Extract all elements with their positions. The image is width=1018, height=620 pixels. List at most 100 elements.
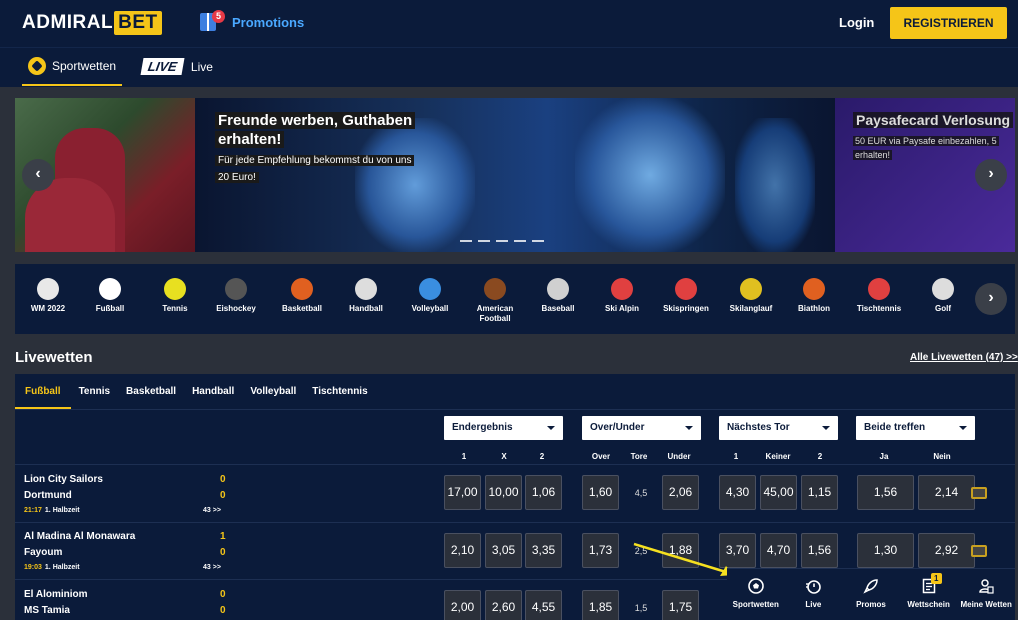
basketball-icon: [291, 278, 313, 300]
bottom-nav-sportwetten[interactable]: Sportwetten: [727, 569, 785, 620]
match-clock: 21:17: [24, 507, 42, 514]
sport-item[interactable]: Ski Alpin: [593, 278, 651, 314]
live-stream-icon[interactable]: [971, 487, 987, 499]
top-bar: ADMIRAL BET 5 Promotions Login REGISTRIER…: [0, 0, 1018, 47]
american-football-icon: [484, 278, 506, 300]
odd-button[interactable]: 1,73: [582, 533, 619, 568]
sport-item[interactable]: Fußball: [81, 278, 139, 314]
tab-sportwetten[interactable]: Sportwetten: [22, 48, 122, 86]
odd-button[interactable]: 1,15: [801, 475, 838, 510]
market-select-beide-treffen[interactable]: Beide treffen: [856, 416, 975, 440]
goal-line: 4,5: [634, 488, 648, 498]
tab-live[interactable]: LIVE Live: [140, 58, 213, 75]
odd-button[interactable]: 45,00: [760, 475, 797, 510]
sport-item[interactable]: Biathlon: [785, 278, 843, 314]
away-team: Dortmund: [24, 490, 72, 501]
market-select-endergebnis[interactable]: Endergebnis: [444, 416, 563, 440]
promo-banner-carousel[interactable]: Freunde werben, Guthaben erhalten! Für j…: [15, 98, 1015, 252]
sport-item[interactable]: Skispringen: [657, 278, 715, 314]
my-bets-icon: [979, 579, 994, 594]
sport-item[interactable]: Skilanglauf: [722, 278, 780, 314]
home-score: 0: [220, 589, 226, 600]
sport-tabs: Fußball Tennis Basketball Handball Volle…: [15, 374, 376, 410]
away-team: Fayoum: [24, 547, 63, 558]
promotions-link[interactable]: 5 Promotions: [200, 10, 304, 31]
bottom-nav-meine-wetten[interactable]: Meine Wetten: [957, 569, 1015, 620]
login-button[interactable]: Login: [839, 15, 874, 30]
odd-button[interactable]: 1,30: [857, 533, 914, 568]
sports-next-arrow[interactable]: ›: [975, 283, 1007, 315]
column-header: Under: [667, 452, 691, 461]
odd-button[interactable]: 2,14: [918, 475, 975, 510]
odd-button[interactable]: 1,06: [525, 475, 562, 510]
promotions-count-badge: 5: [212, 10, 225, 23]
sport-item[interactable]: Basketball: [273, 278, 331, 314]
odd-button[interactable]: 17,00: [444, 475, 481, 510]
sport-item[interactable]: Baseball: [529, 278, 587, 314]
odd-button[interactable]: 1,60: [582, 475, 619, 510]
all-livewetten-link[interactable]: Alle Livewetten (47) >>: [910, 352, 1018, 363]
away-score: 0: [220, 605, 226, 616]
sport-item[interactable]: WM 2022: [19, 278, 77, 314]
odd-button[interactable]: 2,00: [444, 590, 481, 620]
odd-button[interactable]: 1,85: [582, 590, 619, 620]
sport-item[interactable]: Golf: [914, 278, 972, 314]
away-score: 0: [220, 490, 226, 501]
sports-strip: WM 2022 Fußball Tennis Eishockey Basketball H…: [15, 264, 1015, 334]
odd-button[interactable]: 4,30: [719, 475, 756, 510]
tab-volleyball[interactable]: Volleyball: [242, 374, 304, 409]
column-header: Nein: [933, 452, 951, 461]
odd-button[interactable]: 3,05: [485, 533, 522, 568]
sport-item[interactable]: American Football: [466, 278, 524, 324]
betslip-count-badge: 1: [930, 573, 942, 584]
banner-next-arrow[interactable]: ›: [975, 159, 1007, 191]
carousel-indicators[interactable]: [460, 240, 544, 242]
odd-button[interactable]: 2,60: [485, 590, 522, 620]
home-team: Al Madina Al Monawara: [24, 531, 136, 542]
market-select-naechstes-tor[interactable]: Nächstes Tor: [719, 416, 838, 440]
odd-button[interactable]: 4,55: [525, 590, 562, 620]
odd-button[interactable]: 10,00: [485, 475, 522, 510]
sport-item[interactable]: Eishockey: [207, 278, 265, 314]
sport-item[interactable]: Handball: [337, 278, 395, 314]
tab-basketball[interactable]: Basketball: [118, 374, 184, 409]
sport-item-label: Golf: [935, 304, 951, 313]
odd-button[interactable]: 2,06: [662, 475, 699, 510]
sport-item[interactable]: Tennis: [146, 278, 204, 314]
tab-fussball[interactable]: Fußball: [15, 374, 71, 409]
sport-item-label: Eishockey: [216, 304, 256, 313]
odd-button[interactable]: 1,56: [801, 533, 838, 568]
tab-tennis[interactable]: Tennis: [71, 374, 118, 409]
odd-button[interactable]: 2,10: [444, 533, 481, 568]
ice-hockey-icon: [225, 278, 247, 300]
banner-prev-arrow[interactable]: ‹: [22, 159, 54, 191]
column-header: X: [501, 452, 507, 461]
live-stream-icon[interactable]: [971, 545, 987, 557]
bottom-nav-live[interactable]: Live: [785, 569, 843, 620]
bottom-nav-promos[interactable]: Promos: [842, 569, 900, 620]
tab-tischtennis[interactable]: Tischtennis: [304, 374, 375, 409]
bottom-nav-wettschein[interactable]: 1 Wettschein: [900, 569, 958, 620]
sport-item[interactable]: Volleyball: [401, 278, 459, 314]
market-select-over-under[interactable]: Over/Under: [582, 416, 701, 440]
more-markets-link[interactable]: 43 >>: [203, 564, 221, 571]
column-header: 1: [461, 452, 467, 461]
odd-button[interactable]: 1,75: [662, 590, 699, 620]
column-header: Tore: [630, 452, 648, 461]
more-markets-link[interactable]: 43 >>: [203, 507, 221, 514]
bottom-nav: Sportwetten Live Promos 1 Wettschein Mei…: [727, 568, 1015, 620]
sport-item-label: American Football: [476, 304, 514, 323]
sport-item-label: Handball: [349, 304, 383, 313]
sport-item[interactable]: Tischtennis: [850, 278, 908, 314]
biathlon-icon: [803, 278, 825, 300]
match-clock: 19:03: [24, 564, 42, 571]
odd-button[interactable]: 4,70: [760, 533, 797, 568]
tab-handball[interactable]: Handball: [184, 374, 242, 409]
odd-button[interactable]: 2,92: [918, 533, 975, 568]
logo-bet-text: BET: [114, 11, 162, 35]
admiralbet-logo[interactable]: ADMIRAL BET: [22, 11, 162, 35]
odd-button[interactable]: 1,56: [857, 475, 914, 510]
column-header: Over: [591, 452, 611, 461]
odd-button[interactable]: 3,35: [525, 533, 562, 568]
register-button[interactable]: REGISTRIEREN: [890, 7, 1007, 39]
